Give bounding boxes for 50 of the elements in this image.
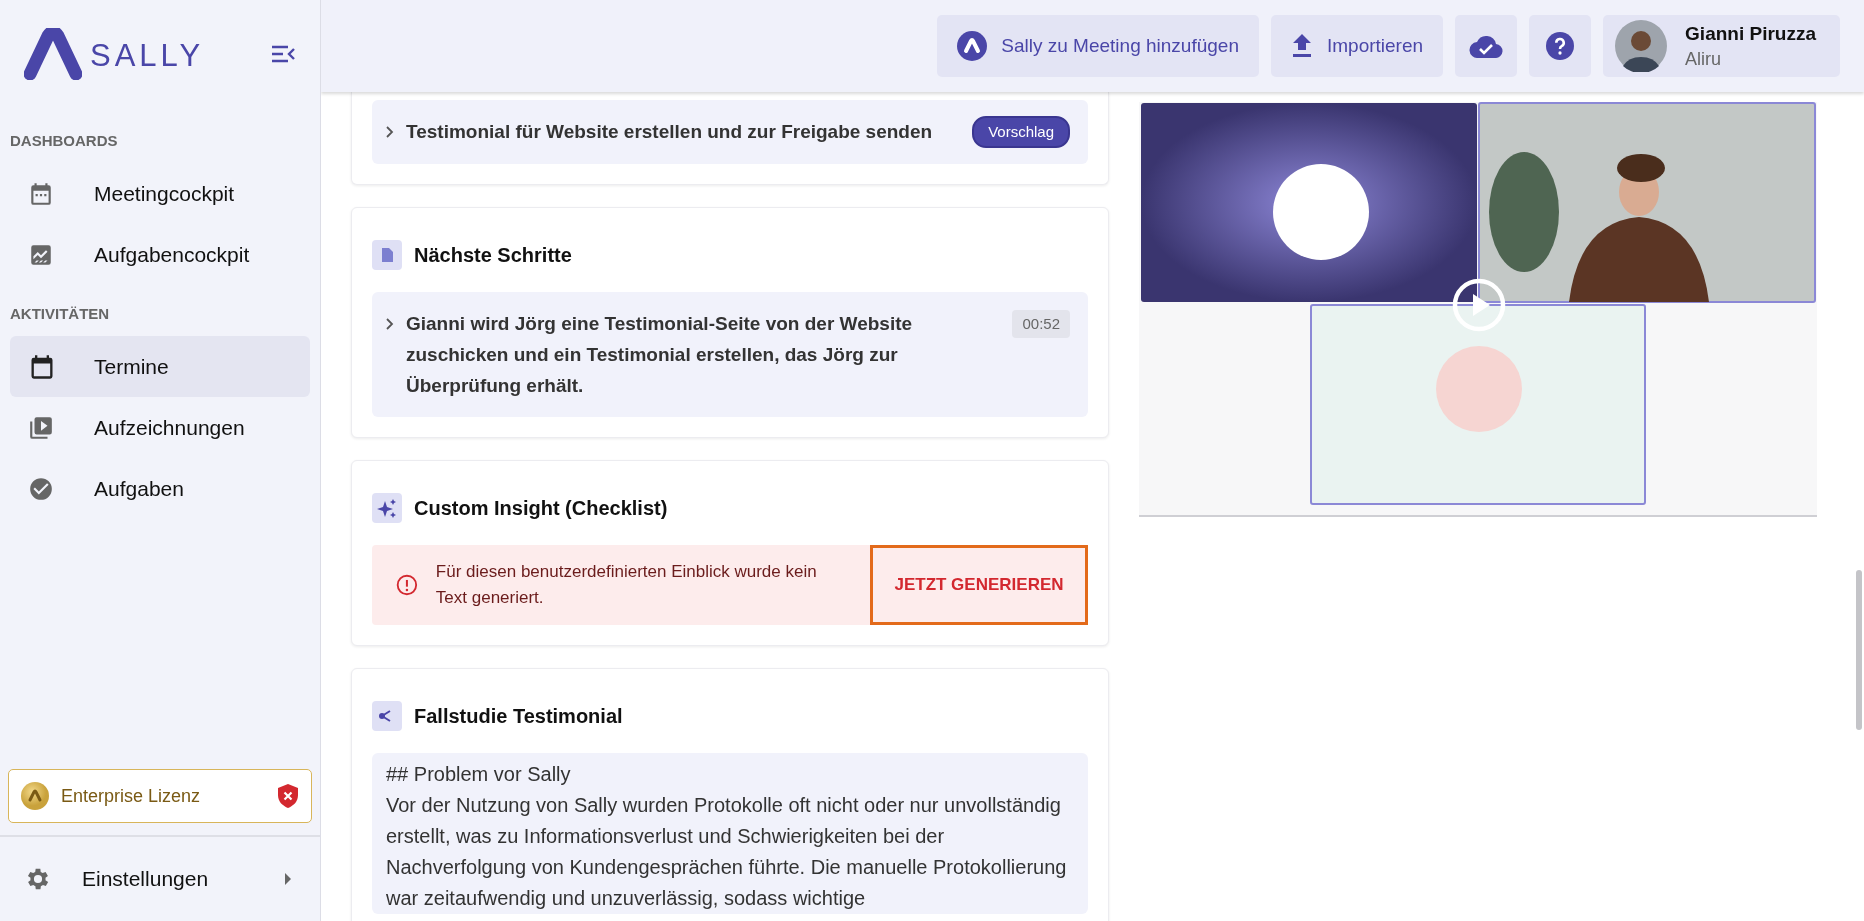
generate-button[interactable]: JETZT GENERIEREN	[870, 545, 1088, 625]
license-label: Enterprise Lizenz	[61, 785, 202, 807]
collapse-menu-icon[interactable]	[270, 44, 296, 64]
alert-message: Für diesen benutzerdefinierten Einblick wurde kein Text generiert.	[435, 561, 818, 609]
shield-icon	[277, 783, 299, 809]
cloud-check-icon	[1469, 34, 1504, 58]
help-button[interactable]	[1529, 15, 1592, 77]
nav-item[interactable]: Aufgabencockpit	[10, 224, 310, 285]
card-title: Nächste Schritte	[414, 243, 572, 267]
logo-text: SALLY	[90, 38, 205, 74]
nav-item[interactable]: Aufgaben	[10, 458, 310, 519]
card-title: Fallstudie Testimonial	[414, 704, 623, 728]
paragraph: Vor der Nutzung von Sally wurden Protokolle oft nicht oder nur unvollständig erstellt, was zu Informationsverlust und Schwierigkeiten bei der Nachverfolgung von Kundengesprächen führte. Die manuelle Protokollierung war zeitaufwendig und unzuverlässig, sodass wichtige	[386, 793, 1068, 911]
user-name: Gianni Piruzza	[1685, 22, 1816, 45]
avatar-icon	[1615, 20, 1668, 72]
markdown-heading: ## Problem vor Sally	[386, 762, 572, 787]
card-title: Custom Insight (Checklist)	[414, 496, 668, 520]
status-badge: Vorschlag	[972, 116, 1070, 148]
toolbar-button[interactable]: Importieren	[1270, 15, 1444, 77]
sync-button[interactable]	[1455, 15, 1518, 77]
nav-item[interactable]: Aufzeichnungen	[10, 397, 310, 458]
nav-item[interactable]: Meetingcockpit	[10, 163, 310, 224]
error-icon	[396, 572, 418, 598]
video-library-icon	[28, 414, 54, 441]
document-icon	[372, 240, 402, 270]
help-icon	[1546, 32, 1575, 60]
timestamp-label: 00:52	[1012, 310, 1070, 338]
insight-text: Testimonial für Website erstellen und zur Freigabe senden	[406, 120, 934, 144]
settings-item[interactable]: Einstellungen	[0, 835, 320, 921]
logo-icon	[957, 31, 988, 61]
chevron-icon	[386, 318, 394, 330]
insight-text: Gianni wird Jörg eine Testimonial-Seite von der Website zuschicken und ein Testimonial erstellen, das Jörg zur Überprüfung erhält.	[406, 312, 914, 398]
nav-item[interactable]: Termine	[10, 336, 310, 397]
upload-icon	[1290, 34, 1313, 58]
insight-row[interactable]: Gianni wird Jörg eine Testimonial-Seite von der Website zuschicken und ein Testimonial erstellen, das Jörg zur Überprüfung erhält. 00:52	[372, 292, 1088, 417]
user-menu[interactable]: Gianni Piruzza Aliru	[1603, 15, 1840, 77]
toolbar-button[interactable]: Sally zu Meeting hinzufügen	[937, 15, 1259, 77]
sparkle-icon	[372, 493, 402, 523]
section-heading: AKTIVITÄTEN	[9, 305, 111, 322]
play-icon[interactable]	[1452, 278, 1506, 332]
share-icon	[372, 701, 402, 731]
insight-row[interactable]: Testimonial für Website erstellen und zur Freigabe senden Vorschlag	[372, 100, 1088, 164]
license-badge[interactable]: Enterprise Lizenz	[8, 769, 312, 823]
organization-name: Aliru	[1685, 48, 1723, 70]
calendar-icon	[28, 180, 54, 207]
section-heading: DASHBOARDS	[9, 132, 119, 149]
caret-icon	[284, 873, 292, 885]
coin-icon	[21, 782, 49, 810]
chevron-icon	[386, 126, 394, 138]
logo-icon	[24, 28, 82, 80]
